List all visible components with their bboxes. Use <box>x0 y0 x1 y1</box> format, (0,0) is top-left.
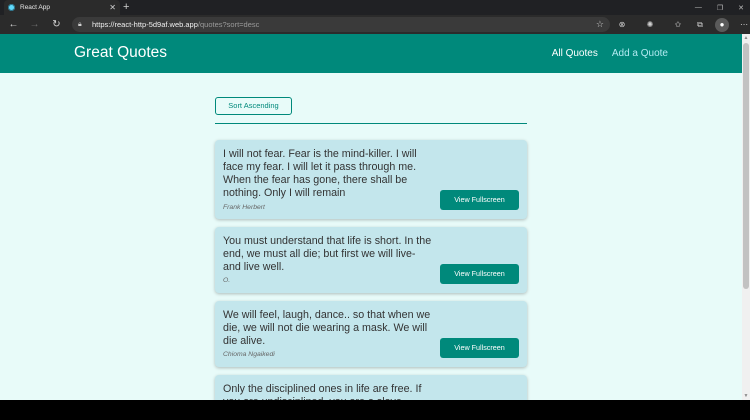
collections-icon[interactable]: ⧉ <box>693 18 707 32</box>
nav-all-quotes[interactable]: All Quotes <box>552 48 598 59</box>
url-path: /quotes?sort=desc <box>197 20 260 29</box>
screen-bottom-bar <box>0 400 750 420</box>
site-brand: Great Quotes <box>74 44 168 61</box>
more-menu-icon[interactable]: ⋯ <box>737 18 750 32</box>
page-scrollbar[interactable]: ▲ ▼ <box>742 34 750 400</box>
quote-card: Only the disciplined ones in life are fr… <box>215 375 527 400</box>
extension-puzzle-icon[interactable]: ✺ <box>643 18 657 32</box>
quote-text: We will feel, laugh, dance.. so that whe… <box>223 309 431 347</box>
quote-author: Frank Herbert <box>223 204 265 211</box>
quote-author: O. <box>223 277 231 284</box>
browser-tab-bar: React App ✕ + — ❐ ✕ <box>0 0 750 15</box>
close-window-icon[interactable]: ✕ <box>738 4 744 12</box>
tab-title: React App <box>20 4 50 11</box>
scroll-thumb[interactable] <box>743 43 749 289</box>
extension-icon[interactable]: ⊗ <box>615 18 629 32</box>
address-bar[interactable]: 🔒︎ https://react-http-5d9af.web.app/quot… <box>72 17 610 32</box>
sort-divider <box>215 123 527 124</box>
quote-author: Chioma Ngaikedi <box>223 351 275 358</box>
favorites-icon[interactable]: ✩ <box>671 18 685 32</box>
quote-text: I will not fear. Fear is the mind-killer… <box>223 148 417 199</box>
sort-button[interactable]: Sort Ascending <box>215 97 292 115</box>
nav-add-quote[interactable]: Add a Quote <box>612 48 668 59</box>
browser-toolbar: ← → ↻ 🔒︎ https://react-http-5d9af.web.ap… <box>0 15 750 34</box>
minimize-icon[interactable]: — <box>695 4 702 11</box>
quote-text: You must understand that life is short. … <box>223 235 432 273</box>
view-fullscreen-button[interactable]: View Fullscreen <box>440 338 519 358</box>
back-arrow-icon[interactable]: ← <box>6 17 21 32</box>
browser-tab[interactable]: React App ✕ <box>4 0 120 15</box>
tab-close-icon[interactable]: ✕ <box>109 3 116 12</box>
main-nav: All Quotes Add a Quote <box>552 48 668 59</box>
forward-arrow-icon[interactable]: → <box>27 17 42 32</box>
quote-card: We will feel, laugh, dance.. so that whe… <box>215 301 527 367</box>
toolbar-extensions: ⊗ ✺ ✩ ⧉ ● ⋯ <box>615 17 750 32</box>
reload-icon[interactable]: ↻ <box>49 17 64 32</box>
view-fullscreen-button[interactable]: View Fullscreen <box>440 190 519 210</box>
quote-card: You must understand that life is short. … <box>215 227 527 293</box>
page-viewport: Great Quotes All Quotes Add a Quote Sort… <box>0 34 742 400</box>
react-favicon-icon <box>8 4 15 11</box>
site-header: Great Quotes All Quotes Add a Quote <box>0 34 742 73</box>
maximize-icon[interactable]: ❐ <box>717 4 723 12</box>
profile-avatar-icon[interactable]: ● <box>715 17 729 32</box>
view-fullscreen-button[interactable]: View Fullscreen <box>440 264 519 284</box>
window-controls: — ❐ ✕ <box>695 0 744 15</box>
quote-card: I will not fear. Fear is the mind-killer… <box>215 140 527 219</box>
scroll-up-icon[interactable]: ▲ <box>742 34 750 42</box>
lock-icon: 🔒︎ <box>78 20 82 28</box>
star-icon[interactable]: ☆ <box>596 17 604 32</box>
scroll-down-icon[interactable]: ▼ <box>742 392 750 400</box>
new-tab-icon[interactable]: + <box>123 1 129 14</box>
quote-text: Only the disciplined ones in life are fr… <box>223 383 422 400</box>
url-host: https://react-http-5d9af.web.app <box>92 20 198 29</box>
